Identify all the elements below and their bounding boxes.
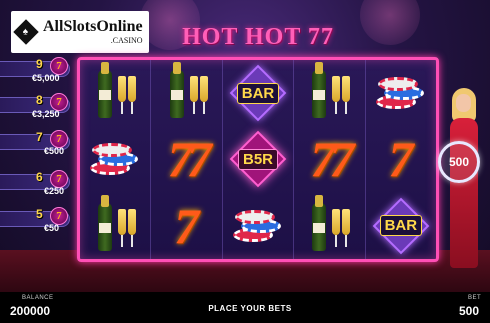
reel-5: 7 BAR — [366, 60, 436, 259]
paytable-amount: €5,000 — [32, 73, 60, 83]
paytable-count: 8 — [36, 93, 43, 107]
paytable-row: 6 7 €250 — [0, 170, 80, 196]
reel-3: BAR B5R — [223, 60, 295, 259]
reel-cell — [294, 193, 364, 259]
reel-cell: B5R — [223, 126, 293, 192]
reel-cell — [80, 193, 150, 259]
reels-frame: 77 7 BAR B5R 77 7 BAR — [77, 57, 439, 262]
champagne-symbol-icon — [88, 194, 142, 255]
reel-cell — [151, 60, 221, 126]
reel-cell — [223, 193, 293, 259]
bar-symbol: BAR — [229, 64, 287, 122]
spin-bet-label: 500 — [448, 155, 470, 169]
brand-logo: ♠ AllSlotsOnline .CASINO — [11, 11, 149, 53]
spade-diamond-icon: ♠ — [13, 19, 39, 45]
chips-symbol-icon — [372, 73, 430, 113]
bet-value: 500 — [459, 304, 480, 318]
chips-symbol-icon — [86, 139, 144, 179]
seven-symbol: 7 — [174, 197, 200, 254]
hostess-face — [456, 94, 471, 112]
balance-value: 200000 — [10, 304, 51, 318]
ceiling-light — [360, 0, 420, 45]
reel-4: 77 — [294, 60, 366, 259]
seven-symbol: 7 — [388, 131, 414, 188]
paytable-count: 5 — [36, 207, 43, 221]
paytable-row: 7 7 €500 — [0, 130, 80, 156]
paytable-row: 9 7 €5,000 — [0, 57, 80, 83]
paytable-count: 6 — [36, 170, 43, 184]
reel-cell — [80, 60, 150, 126]
bottom-bar: BALANCE 200000 PLACE YOUR BETS BET 500 — [0, 292, 490, 323]
paytable-amount: €3,250 — [32, 109, 60, 119]
double-seven-symbol: 77 — [310, 131, 354, 188]
paytable-amount: €250 — [44, 186, 65, 196]
game-stage: ♠ AllSlotsOnline .CASINO HOT HOT 77 9 7 €5… — [0, 0, 490, 323]
double-seven-symbol: 77 — [167, 131, 212, 188]
champagne-symbol-icon — [88, 62, 142, 122]
status-message: PLACE YOUR BETS — [208, 304, 292, 313]
b5r-label: B5R — [238, 148, 279, 170]
reel-cell — [294, 60, 364, 126]
brand-suffix: .CASINO — [110, 36, 143, 45]
paytable-count: 7 — [36, 130, 43, 144]
reel-cell: BAR — [223, 60, 293, 126]
reel-cell: 7 — [366, 126, 436, 192]
brand-name: AllSlotsOnline — [43, 18, 143, 35]
champagne-symbol-icon — [160, 62, 214, 122]
reel-1 — [80, 60, 152, 259]
champagne-symbol-icon — [302, 194, 356, 255]
reel-cell — [366, 60, 436, 126]
paytable-amount: €50 — [44, 223, 60, 233]
paytable-row: 5 7 €50 — [0, 207, 80, 233]
chips-symbol-icon — [229, 206, 287, 246]
bet-label: BET — [468, 295, 482, 301]
paytable-amount: €500 — [44, 146, 65, 156]
reel-2: 77 7 — [151, 60, 223, 259]
game-title: HOT HOT 77 — [182, 24, 334, 50]
spin-button[interactable]: 500 — [438, 141, 480, 183]
bar-label: BAR — [379, 215, 423, 237]
balance-label: BALANCE — [22, 295, 54, 301]
reel-cell: 77 — [151, 126, 221, 192]
bar-label: BAR — [236, 82, 280, 104]
paytable-row: 8 7 €3,250 — [0, 93, 80, 119]
champagne-symbol-icon — [302, 62, 356, 122]
bar-symbol: BAR — [372, 197, 430, 255]
reel-cell — [80, 126, 150, 192]
reel-cell: 77 — [294, 126, 364, 192]
reel-cell: BAR — [366, 193, 436, 259]
reel-cell: 7 — [151, 193, 221, 259]
paytable-count: 9 — [36, 57, 43, 71]
b5r-symbol: B5R — [229, 130, 287, 188]
